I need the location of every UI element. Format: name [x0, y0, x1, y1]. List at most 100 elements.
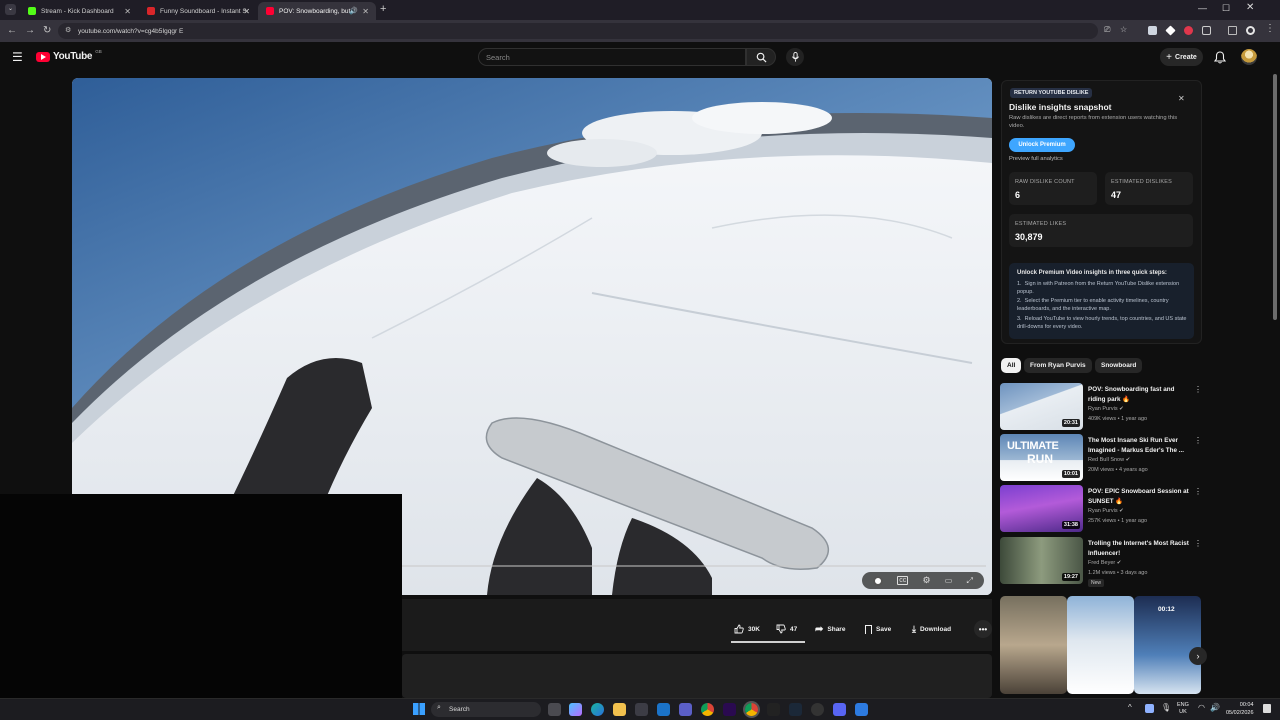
recommendation-item[interactable]: ULTIMATE RUN 10:01 The Most Insane Ski R…	[1000, 434, 1205, 482]
wifi-icon[interactable]: ◠	[1198, 703, 1205, 712]
more-options-icon[interactable]: ⋮	[1194, 385, 1202, 394]
recommendation-item[interactable]: 31:38 POV: EPIC Snowboard Session at SUN…	[1000, 485, 1205, 533]
new-tab-icon[interactable]: +	[380, 3, 386, 15]
channel-name[interactable]: Red Bull Snow ✔	[1088, 457, 1130, 463]
store-icon[interactable]	[635, 703, 648, 716]
address-bar[interactable]: ⚙ youtube.com/watch?v=cg4b5Igqgr E ⎚ ☆	[58, 23, 1127, 39]
taskbar-search[interactable]: ⌕ Search	[431, 702, 541, 717]
back-icon[interactable]: ←	[7, 25, 17, 37]
steam-icon[interactable]	[789, 703, 802, 716]
app-icon[interactable]	[855, 703, 868, 716]
video-thumbnail[interactable]: ULTIMATE RUN 10:01	[1000, 434, 1083, 481]
video-thumbnail[interactable]: 31:38	[1000, 485, 1083, 532]
volume-icon[interactable]: 🔊	[1210, 703, 1220, 712]
capcut-icon[interactable]	[767, 703, 780, 716]
system-clock[interactable]: 00:04 05/02/2026	[1226, 701, 1254, 717]
more-options-icon[interactable]: ⋮	[1194, 436, 1202, 445]
extensions-puzzle-icon[interactable]	[1202, 26, 1211, 35]
recommendation-title[interactable]: Trolling the Internet's Most Racist Infl…	[1088, 539, 1192, 558]
more-options-icon[interactable]: ⋮	[1194, 487, 1202, 496]
premiere-icon[interactable]	[723, 703, 736, 716]
discord-icon[interactable]	[833, 703, 846, 716]
hamburger-menu-icon[interactable]: ☰	[12, 50, 23, 64]
tab-list-chevron-icon[interactable]: ⌄	[5, 4, 16, 15]
browser-menu-icon[interactable]: ⋮	[1265, 23, 1275, 34]
video-thumbnail[interactable]: 20:31	[1000, 383, 1083, 430]
profile-icon[interactable]	[1246, 26, 1255, 35]
recommendation-title[interactable]: POV: Snowboarding fast and riding park 🔥	[1088, 385, 1192, 404]
account-avatar[interactable]	[1241, 49, 1257, 65]
forward-icon[interactable]: →	[25, 25, 35, 37]
chrome-icon[interactable]	[701, 703, 714, 716]
obs-icon[interactable]	[811, 703, 824, 716]
extension-shield-icon[interactable]	[1148, 26, 1157, 35]
share-button[interactable]: ➦ Share	[815, 620, 845, 638]
search-input[interactable]: Search	[478, 48, 746, 66]
settings-gear-icon[interactable]: ⚙	[922, 575, 930, 586]
extension-diamond-icon[interactable]	[1165, 25, 1176, 36]
download-button[interactable]: ⤓ Download	[912, 620, 951, 638]
start-windows-icon[interactable]	[413, 703, 425, 715]
subtitles-icon[interactable]: cc	[897, 576, 909, 585]
maximize-icon[interactable]: ☐	[1222, 3, 1230, 14]
channel-name[interactable]: Ryan Purvis ✔	[1088, 406, 1124, 412]
close-icon[interactable]: ✕	[1178, 94, 1185, 103]
youtube-logo[interactable]: YouTube GB	[36, 49, 102, 62]
close-tab-icon[interactable]: ✕	[124, 7, 131, 16]
save-button[interactable]: Save	[865, 620, 891, 638]
recommendation-item[interactable]: 20:31 POV: Snowboarding fast and riding …	[1000, 383, 1205, 431]
search-button[interactable]	[746, 48, 776, 66]
outlook-icon[interactable]	[657, 703, 670, 716]
dislike-button[interactable]: 47	[776, 620, 797, 638]
reload-icon[interactable]: ↻	[43, 25, 51, 37]
tab-search-icon[interactable]	[1228, 26, 1237, 35]
minimize-icon[interactable]: —	[1198, 3, 1207, 13]
miniplayer-icon[interactable]: ▭	[945, 576, 953, 585]
create-button[interactable]: + Create	[1160, 48, 1203, 66]
chip-from-ryan-purvis[interactable]: From Ryan Purvis	[1024, 358, 1092, 373]
close-tab-icon[interactable]: ✕	[362, 7, 369, 16]
tab-youtube-video[interactable]: POV: Snowboarding, but in 🔊 ✕	[258, 2, 376, 20]
chrome-active-icon[interactable]	[745, 703, 758, 716]
tray-app-icon[interactable]	[1145, 704, 1154, 713]
short-thumbnail[interactable]: 00:12	[1134, 596, 1201, 694]
channel-name[interactable]: Fred Beyer ✔	[1088, 560, 1121, 566]
notifications-bell-icon[interactable]	[1214, 51, 1226, 64]
fullscreen-icon[interactable]: ⤢	[966, 576, 972, 586]
copilot-icon[interactable]	[569, 703, 582, 716]
extension-dislike-icon[interactable]	[1184, 26, 1193, 35]
bookmark-star-icon[interactable]: ☆	[1120, 25, 1127, 34]
next-shorts-chevron-icon[interactable]: ›	[1189, 647, 1207, 665]
short-thumbnail[interactable]	[1067, 596, 1134, 694]
autoplay-toggle-icon[interactable]	[873, 575, 884, 586]
unlock-premium-button[interactable]: Unlock Premium	[1009, 138, 1075, 152]
video-thumbnail[interactable]: 19:27	[1000, 537, 1083, 584]
preview-analytics-link[interactable]: Preview full analytics	[1009, 156, 1063, 162]
file-explorer-icon[interactable]	[613, 703, 626, 716]
recommendation-title[interactable]: POV: EPIC Snowboard Session at SUNSET 🔥	[1088, 487, 1192, 506]
tab-kick-dashboard[interactable]: Stream - Kick Dashboard ✕	[20, 2, 138, 20]
input-language[interactable]: ENG UK	[1177, 702, 1189, 716]
close-tab-icon[interactable]: ✕	[243, 7, 250, 16]
like-button[interactable]: 30K	[734, 620, 760, 638]
audio-playing-icon[interactable]: 🔊	[349, 7, 358, 15]
close-window-icon[interactable]: ✕	[1246, 2, 1254, 13]
more-actions-button[interactable]: •••	[974, 620, 992, 638]
tray-mic-icon[interactable]: 🎙	[1161, 703, 1171, 712]
more-options-icon[interactable]: ⋮	[1194, 539, 1202, 548]
voice-search-button[interactable]	[786, 48, 804, 66]
short-thumbnail[interactable]	[1000, 596, 1067, 694]
recommendation-title[interactable]: The Most Insane Ski Run Ever Imagined - …	[1088, 436, 1192, 455]
tray-chevron-icon[interactable]: ^	[1128, 703, 1132, 712]
recommendation-item[interactable]: 19:27 Trolling the Internet's Most Racis…	[1000, 537, 1205, 587]
site-info-icon[interactable]: ⚙	[65, 26, 71, 34]
notification-icon[interactable]	[1263, 704, 1271, 713]
video-progress-bar[interactable]	[402, 565, 986, 567]
chip-all[interactable]: All	[1001, 358, 1022, 373]
install-app-icon[interactable]: ⎚	[1104, 25, 1110, 35]
page-scrollbar[interactable]	[1273, 74, 1277, 320]
task-view-icon[interactable]	[548, 703, 561, 716]
edge-icon[interactable]	[591, 703, 604, 716]
video-description[interactable]	[402, 654, 992, 698]
channel-name[interactable]: Ryan Purvis ✔	[1088, 508, 1124, 514]
